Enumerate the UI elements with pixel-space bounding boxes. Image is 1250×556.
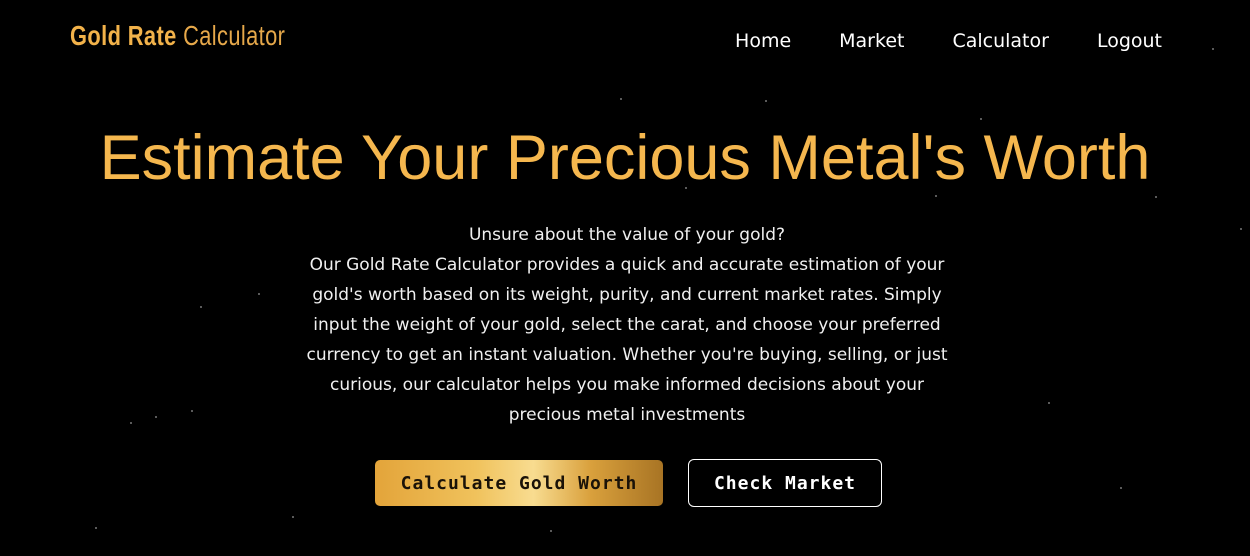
hero-lead: Unsure about the value of your gold? [468, 225, 786, 245]
nav-link-home[interactable]: Home [735, 30, 791, 52]
hero-actions: Calculate Gold Worth Check Market [375, 459, 882, 507]
site-logo[interactable]: Gold Rate Calculator [70, 20, 285, 52]
nav-link-calculator[interactable]: Calculator [952, 30, 1048, 52]
hero-description: Our Gold Rate Calculator provides a quic… [306, 255, 948, 425]
check-market-button[interactable]: Check Market [688, 459, 882, 507]
logo-bold-text: Gold Rate [70, 20, 177, 51]
calculate-gold-worth-button[interactable]: Calculate Gold Worth [375, 460, 663, 506]
nav-link-logout[interactable]: Logout [1097, 30, 1162, 52]
hero-description-block: Unsure about the value of your gold? Our… [300, 220, 954, 430]
logo-light-text: Calculator [183, 20, 286, 51]
nav-links: Home Market Calculator Logout [735, 30, 1162, 52]
nav-link-market[interactable]: Market [839, 30, 904, 52]
top-navbar: Gold Rate Calculator Home Market Calcula… [0, 0, 1250, 80]
hero-title: Estimate Your Precious Metal's Worth [99, 123, 1151, 193]
